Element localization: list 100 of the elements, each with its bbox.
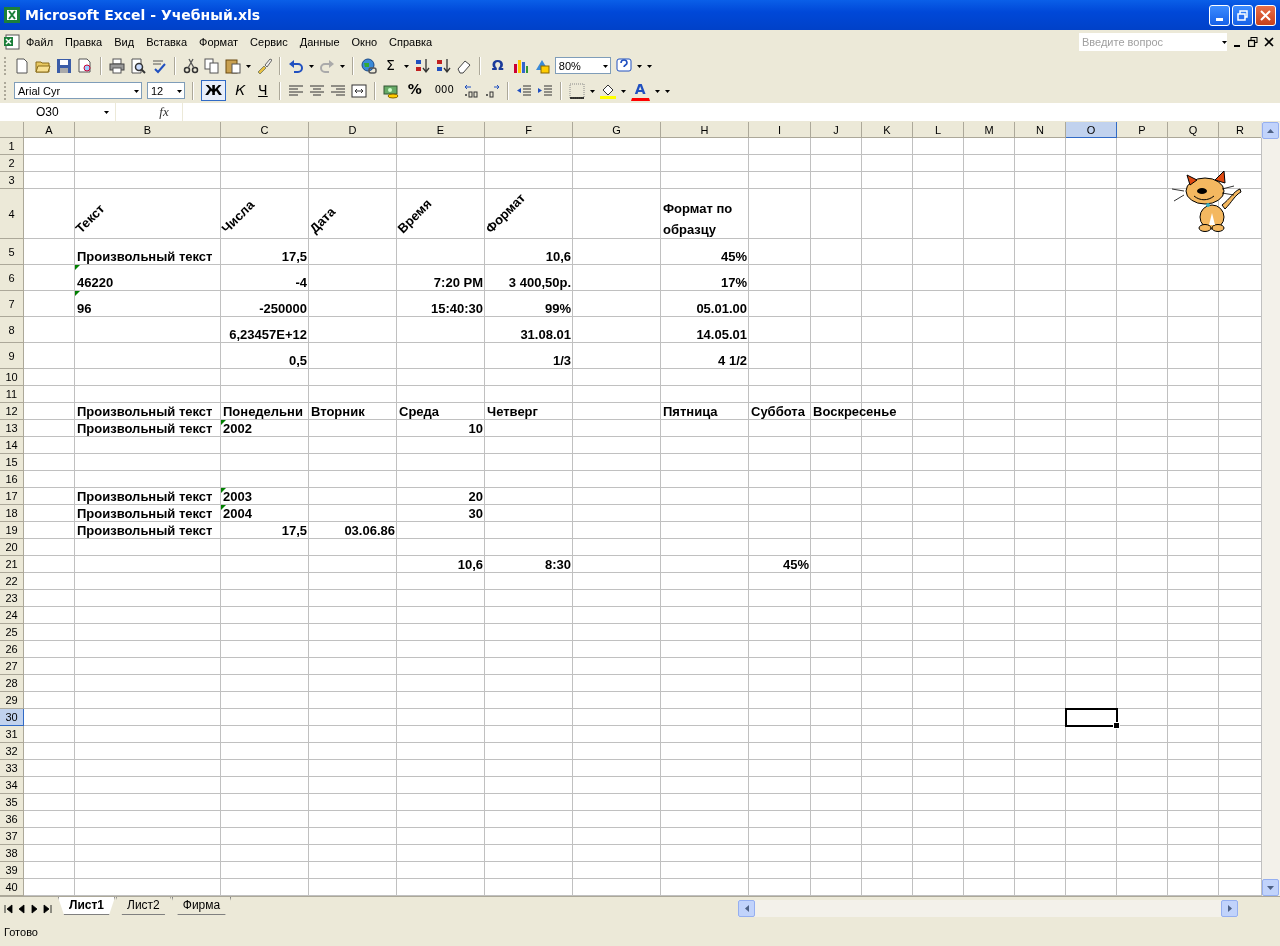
row-header[interactable]: 10: [0, 369, 24, 386]
last-sheet-icon[interactable]: [43, 903, 52, 914]
decrease-indent-icon[interactable]: [515, 82, 532, 99]
row-header[interactable]: 39: [0, 862, 24, 879]
row-header[interactable]: 36: [0, 811, 24, 828]
row-header[interactable]: 34: [0, 777, 24, 794]
menu-item[interactable]: Вид: [108, 33, 141, 50]
sheet-tab[interactable]: Лист2: [116, 897, 171, 915]
sheet-tab[interactable]: Лист1: [58, 897, 116, 915]
menu-item[interactable]: Файл: [20, 33, 60, 50]
decrease-decimal-icon[interactable]: [483, 82, 500, 99]
row-header[interactable]: 37: [0, 828, 24, 845]
column-header[interactable]: P: [1117, 122, 1168, 138]
undo-icon[interactable]: [288, 57, 304, 74]
print-icon[interactable]: [109, 57, 125, 74]
align-center-icon[interactable]: [308, 82, 325, 99]
fill-color-icon[interactable]: [599, 82, 616, 99]
increase-decimal-icon[interactable]: [462, 82, 479, 99]
sort-descending-icon[interactable]: [434, 57, 451, 74]
row-header[interactable]: 23: [0, 590, 24, 607]
scroll-right-button[interactable]: [1221, 900, 1238, 917]
column-header[interactable]: J: [811, 122, 862, 138]
column-header[interactable]: E: [397, 122, 485, 138]
menu-item[interactable]: Формат: [193, 33, 245, 50]
restore-icon[interactable]: [1248, 36, 1258, 47]
symbol-button[interactable]: Ω: [487, 55, 508, 76]
column-header[interactable]: B: [75, 122, 221, 138]
dropdown-arrow-icon[interactable]: [340, 62, 345, 69]
column-header[interactable]: C: [221, 122, 309, 138]
row-header[interactable]: 22: [0, 573, 24, 590]
font-size-field[interactable]: 12: [147, 82, 185, 99]
copy-icon[interactable]: [204, 57, 220, 74]
dropdown-arrow-icon[interactable]: [309, 62, 314, 69]
autosum-button[interactable]: Σ: [382, 55, 399, 76]
column-header[interactable]: D: [309, 122, 397, 138]
row-header[interactable]: 2: [0, 155, 24, 172]
paste-icon[interactable]: [225, 57, 241, 74]
dropdown-arrow-icon[interactable]: [636, 62, 642, 69]
align-left-icon[interactable]: [287, 82, 304, 99]
scroll-down-button[interactable]: [1262, 879, 1279, 896]
dropdown-arrow-icon[interactable]: [620, 87, 626, 94]
dropdown-arrow-icon[interactable]: [177, 87, 182, 94]
borders-icon[interactable]: [568, 82, 585, 99]
row-header[interactable]: 11: [0, 386, 24, 403]
menu-item[interactable]: Справка: [383, 33, 439, 50]
column-header[interactable]: R: [1219, 122, 1261, 138]
font-field[interactable]: Arial Cyr: [14, 82, 142, 99]
toolbar-options-icon[interactable]: [664, 87, 670, 94]
close-button[interactable]: [1255, 4, 1276, 26]
name-box[interactable]: O30: [0, 103, 116, 121]
dropdown-arrow-icon[interactable]: [403, 62, 409, 69]
column-header[interactable]: F: [485, 122, 573, 138]
row-header[interactable]: 15: [0, 454, 24, 471]
menu-item[interactable]: Данные: [293, 33, 346, 50]
increase-indent-icon[interactable]: [536, 82, 553, 99]
row-header[interactable]: 7: [0, 291, 24, 317]
row-header[interactable]: 9: [0, 343, 24, 369]
brush-icon[interactable]: [256, 57, 272, 74]
row-header[interactable]: 38: [0, 845, 24, 862]
italic-button[interactable]: К: [231, 80, 250, 101]
column-header[interactable]: G: [573, 122, 661, 138]
underline-button[interactable]: Ч: [254, 80, 272, 101]
row-header[interactable]: 40: [0, 879, 24, 896]
toolbar-options-icon[interactable]: [646, 62, 652, 69]
row-header[interactable]: 32: [0, 743, 24, 760]
cut-icon[interactable]: [183, 57, 199, 74]
dropdown-arrow-icon[interactable]: [1222, 38, 1227, 45]
row-header[interactable]: 13: [0, 420, 24, 437]
row-header[interactable]: 26: [0, 641, 24, 658]
row-header[interactable]: 14: [0, 437, 24, 454]
menu-item[interactable]: Вставка: [140, 33, 193, 50]
bold-button[interactable]: Ж: [201, 80, 227, 101]
sort-ascending-icon[interactable]: [413, 57, 430, 74]
close-icon[interactable]: [1264, 36, 1274, 47]
row-header[interactable]: 16: [0, 471, 24, 488]
thousands-separator-button[interactable]: 000: [430, 79, 458, 102]
dropdown-arrow-icon[interactable]: [654, 87, 660, 94]
column-header[interactable]: M: [964, 122, 1015, 138]
row-header[interactable]: 19: [0, 522, 24, 539]
row-header[interactable]: 5: [0, 239, 24, 265]
scroll-left-button[interactable]: [738, 900, 755, 917]
row-header[interactable]: 4: [0, 189, 24, 239]
zoom-field[interactable]: 80%: [554, 57, 611, 74]
row-header[interactable]: 6: [0, 265, 24, 291]
print-preview-icon[interactable]: [130, 57, 146, 74]
row-header[interactable]: 30: [0, 709, 24, 726]
previous-sheet-icon[interactable]: [17, 903, 26, 914]
dropdown-arrow-icon[interactable]: [134, 87, 139, 94]
selected-cell[interactable]: [1066, 709, 1117, 726]
percent-style-button[interactable]: %: [403, 79, 426, 102]
row-header[interactable]: 1: [0, 138, 24, 155]
row-header[interactable]: 35: [0, 794, 24, 811]
spelling-icon[interactable]: [151, 57, 167, 74]
currency-icon[interactable]: [382, 82, 399, 99]
column-header[interactable]: A: [24, 122, 75, 138]
first-sheet-icon[interactable]: [4, 903, 13, 914]
row-header[interactable]: 24: [0, 607, 24, 624]
chart-icon[interactable]: [512, 57, 529, 74]
scroll-up-button[interactable]: [1262, 122, 1279, 139]
row-header[interactable]: 8: [0, 317, 24, 343]
